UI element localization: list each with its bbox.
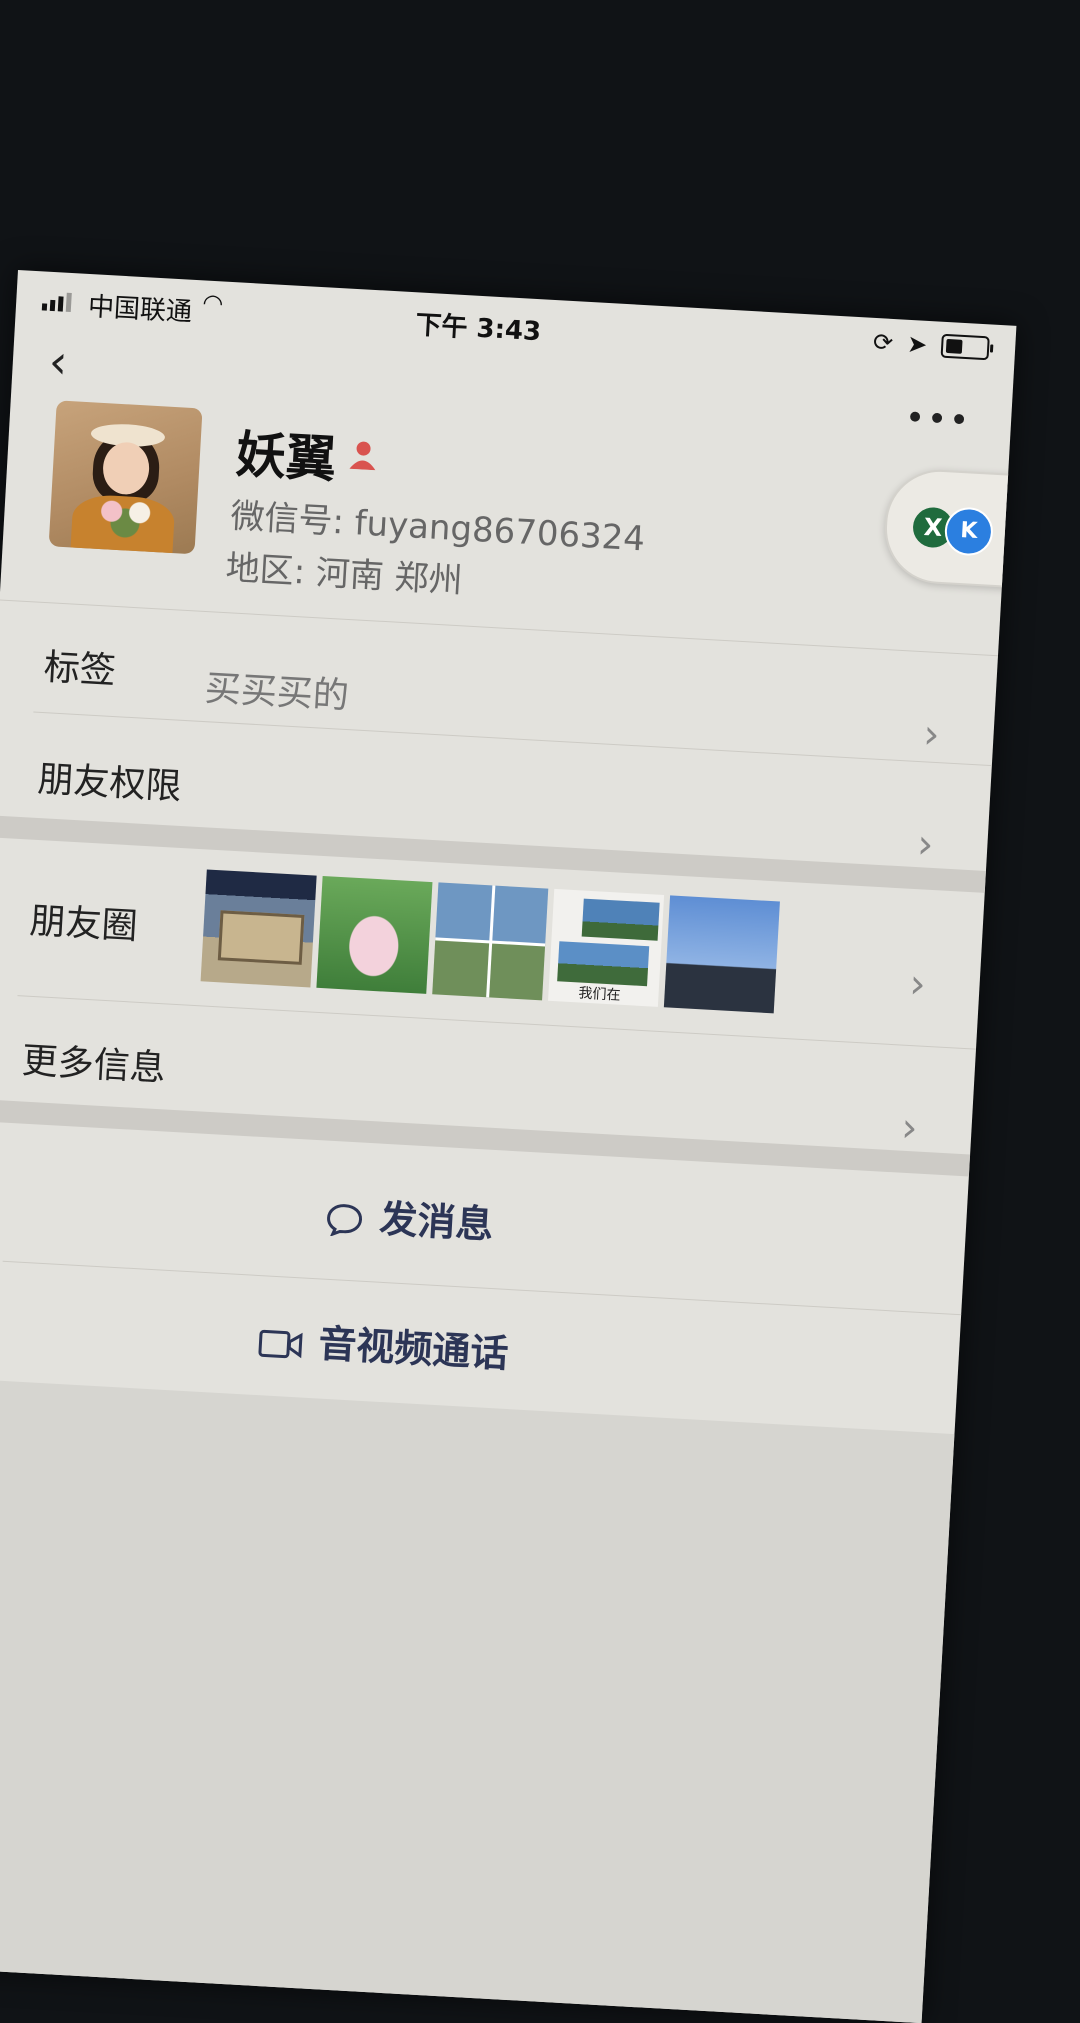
chevron-left-icon: ‹	[47, 333, 69, 389]
moments-thumb	[316, 875, 433, 994]
moments-thumb: 我们在	[548, 888, 665, 1007]
divider	[0, 599, 999, 657]
clock: 下午 3:43	[414, 310, 542, 348]
section-gap	[0, 1098, 971, 1177]
moments-label: 朋友圈	[28, 900, 139, 948]
avatar[interactable]	[48, 400, 203, 555]
more-info-label: 更多信息	[20, 1040, 167, 1090]
status-bar: 中国联通 ◠ 下午 3:43 ⟳ ➤	[15, 270, 1017, 386]
video-camera-icon	[258, 1329, 303, 1358]
person-icon	[349, 441, 376, 471]
moments-thumb	[663, 895, 780, 1014]
moments-thumb	[200, 869, 317, 988]
carrier-name: 中国联通	[87, 291, 193, 328]
phone-screen: 中国联通 ◠ 下午 3:43 ⟳ ➤ ‹ ••• 妖翼 微信号: fuyang8…	[0, 270, 1017, 2023]
floating-window-button[interactable]: X K	[882, 466, 1017, 591]
status-right: ⟳ ➤	[872, 328, 990, 362]
wifi-icon: ◠	[201, 288, 225, 318]
av-call-button[interactable]: 音视频通话	[257, 1309, 510, 1378]
divider	[17, 995, 1016, 1052]
tags-label: 标签	[42, 647, 117, 693]
battery-icon	[940, 333, 990, 361]
av-call-label: 音视频通话	[317, 1321, 510, 1377]
location-icon: ➤	[906, 329, 929, 359]
chevron-right-icon: ›	[922, 711, 941, 759]
send-message-label: 发消息	[378, 1196, 495, 1247]
rotation-lock-icon: ⟳	[872, 327, 894, 357]
signal-icon	[41, 291, 72, 313]
bottom-area	[0, 1378, 955, 2023]
region: 地区: 河南 郑州	[224, 548, 464, 602]
profile-name: 妖翼	[234, 425, 338, 489]
divider	[2, 1260, 1002, 1318]
moments-thumb	[432, 882, 549, 1001]
send-message-button[interactable]: 发消息	[324, 1185, 495, 1249]
chevron-right-icon: ›	[900, 1104, 919, 1152]
more-options-button[interactable]: •••	[904, 398, 972, 442]
thumb-caption: 我们在	[578, 985, 621, 1004]
more-dots-icon: •••	[903, 397, 973, 442]
chevron-right-icon: ›	[908, 960, 927, 1008]
chat-bubble-icon	[327, 1203, 363, 1237]
tags-value: 买买买的	[203, 668, 350, 718]
permissions-label: 朋友权限	[36, 758, 183, 808]
k-app-icon: K	[943, 506, 995, 557]
section-gap	[0, 815, 986, 893]
moments-thumbnails: 我们在	[200, 869, 780, 1014]
back-button[interactable]: ‹	[47, 334, 68, 389]
chevron-right-icon: ›	[916, 821, 935, 868]
